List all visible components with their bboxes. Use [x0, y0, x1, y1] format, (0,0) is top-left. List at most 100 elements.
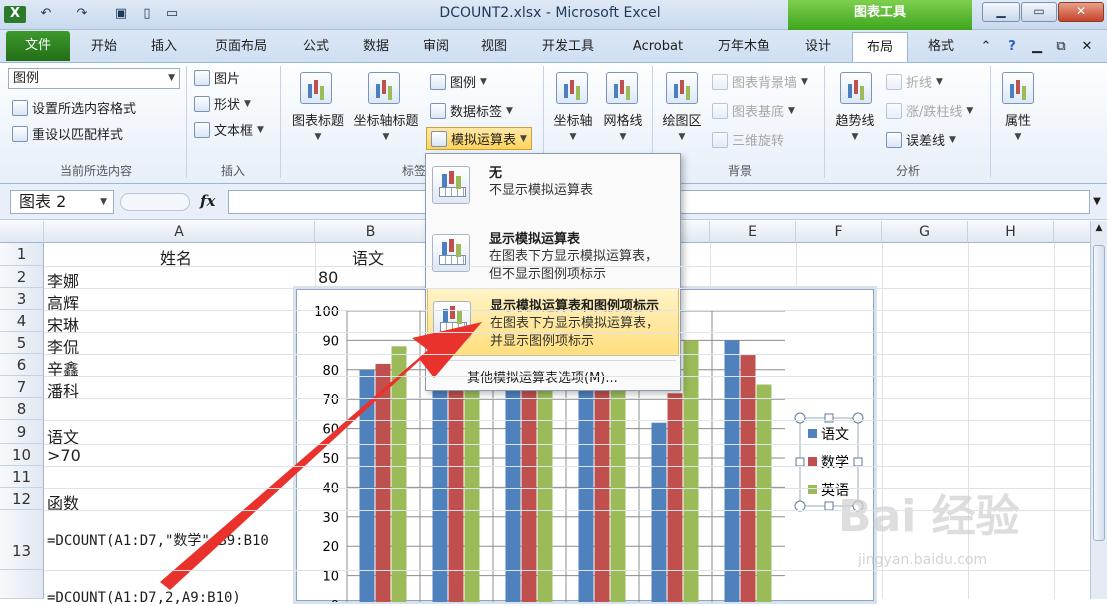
legend-button[interactable]: 图例 ▼	[430, 72, 487, 91]
group-separator	[280, 66, 281, 178]
y-tick-label: 50	[322, 452, 339, 467]
row-header-8[interactable]: 8	[0, 398, 44, 420]
error-bars-button[interactable]: 误差线 ▼	[886, 130, 956, 149]
column-header-b[interactable]: B	[315, 221, 427, 243]
redo-icon[interactable]: ↷	[72, 6, 92, 23]
save-icon[interactable]: ▣	[112, 6, 130, 23]
chevron-down-icon: ▼	[257, 124, 264, 135]
3d-rotation-button[interactable]: 三维旋转	[712, 130, 784, 149]
formula-expand-icon[interactable]: ▼	[1090, 190, 1104, 214]
trendline-icon[interactable]	[840, 72, 872, 104]
close-button[interactable]: ✕	[1058, 2, 1104, 22]
tab-view[interactable]: 视图	[470, 32, 518, 62]
cell-a14[interactable]: =DCOUNT(A1:D7,2,A9:B10)	[47, 590, 241, 606]
tab-layout[interactable]: 布局	[852, 32, 908, 62]
axes-button[interactable]: 坐标轴	[548, 110, 598, 129]
chart-title-button[interactable]: 图表标题	[286, 110, 350, 129]
group-separator	[990, 66, 991, 178]
row-header-7[interactable]: 7	[0, 376, 44, 398]
column-header-e[interactable]: E	[710, 221, 796, 243]
chart-title-icon[interactable]	[300, 72, 332, 104]
grid-line	[882, 243, 883, 599]
tab-insert[interactable]: 插入	[140, 32, 188, 62]
name-box[interactable]: 图表 2 ▼	[10, 190, 114, 214]
tab-page-layout[interactable]: 页面布局	[204, 32, 278, 62]
tab-wannianmuyu[interactable]: 万年木鱼	[706, 32, 782, 62]
chart-floor-button[interactable]: 图表基底 ▼	[712, 101, 795, 120]
cell-a10[interactable]: >70	[47, 446, 81, 465]
updown-bars-button[interactable]: 涨/跌柱线 ▼	[886, 101, 973, 120]
row-header-1[interactable]: 1	[0, 243, 44, 266]
scroll-thumb[interactable]	[1093, 245, 1105, 541]
row-header-12[interactable]: 12	[0, 488, 44, 510]
bar-数学-李娜	[375, 363, 391, 602]
chart-element-combo[interactable]: 图例 ▼	[8, 68, 180, 89]
tab-review[interactable]: 审阅	[412, 32, 460, 62]
row-header-3[interactable]: 3	[0, 288, 44, 310]
column-header-a[interactable]: A	[44, 221, 315, 243]
cell-a13[interactable]: =DCOUNT(A1:D7,"数学",B9:B10	[47, 530, 269, 550]
column-header-f[interactable]: F	[796, 221, 882, 243]
insert-textbox-button[interactable]: 文本框 ▼	[194, 120, 264, 139]
maximize-button[interactable]: ▭	[1021, 2, 1057, 22]
axis-title-button[interactable]: 坐标轴标题	[348, 110, 424, 129]
cell-b2[interactable]: 80	[318, 268, 338, 287]
minimize-button[interactable]: ▁	[982, 2, 1020, 22]
row-header-14[interactable]	[0, 570, 44, 599]
properties-button[interactable]: 属性	[994, 110, 1042, 129]
column-header-g[interactable]: G	[882, 221, 968, 243]
menu-item-show-data-table[interactable]: 显示模拟运算表 在图表下方显示模拟运算表， 但不显示图例项标示	[427, 222, 679, 288]
axis-title-icon[interactable]	[368, 72, 400, 104]
tab-developer[interactable]: 开发工具	[530, 32, 606, 62]
row-header-5[interactable]: 5	[0, 332, 44, 354]
insert-picture-button[interactable]: 图片	[194, 68, 240, 87]
reset-style-button[interactable]: 重设以匹配样式	[12, 124, 123, 143]
undo-icon[interactable]: ↶	[36, 6, 56, 23]
format-selection-button[interactable]: 设置所选内容格式	[12, 98, 136, 117]
tab-formulas[interactable]: 公式	[292, 32, 340, 62]
chevron-down-icon: ▼	[801, 76, 808, 87]
lines-button[interactable]: 折线 ▼	[886, 72, 943, 91]
row-header-4[interactable]: 4	[0, 310, 44, 332]
data-table-button[interactable]: 模拟运算表 ▼	[426, 127, 532, 150]
tab-design[interactable]: 设计	[794, 32, 842, 62]
menu-item-none[interactable]: 无 不显示模拟运算表	[427, 156, 679, 216]
plot-area-button[interactable]: 绘图区	[656, 110, 708, 129]
tab-data[interactable]: 数据	[352, 32, 400, 62]
chart-wall-button[interactable]: 图表背景墙 ▼	[712, 72, 808, 91]
gridlines-button[interactable]: 网格线	[598, 110, 648, 129]
row-header-11[interactable]: 11	[0, 466, 44, 488]
insert-function-icon[interactable]: fx	[200, 192, 215, 210]
excel-app-icon[interactable]: X	[4, 6, 26, 23]
column-header-h[interactable]: H	[968, 221, 1054, 243]
tab-acrobat[interactable]: Acrobat	[620, 32, 696, 62]
open-icon[interactable]: ▭	[162, 6, 182, 23]
menu-item-show-data-table-with-legend[interactable]: 显示模拟运算表和图例项标示 在图表下方显示模拟运算表， 并显示图例项标示	[427, 288, 679, 356]
row-header-10[interactable]: 10	[0, 444, 44, 466]
row-header-2[interactable]: 2	[0, 266, 44, 288]
ribbon-collapse-icon[interactable]: ⌃	[976, 32, 996, 62]
menu-item-none-desc: 不显示模拟运算表	[489, 183, 594, 198]
row-header-13[interactable]: 13	[0, 510, 44, 570]
row-header-6[interactable]: 6	[0, 354, 44, 376]
help-icon[interactable]: ?	[1000, 32, 1024, 62]
workbook-minimize-icon[interactable]: ▁	[1026, 32, 1048, 62]
data-labels-button[interactable]: 数据标签 ▼	[430, 101, 513, 120]
vertical-scrollbar[interactable]: ▲	[1090, 221, 1107, 599]
new-icon[interactable]: ▯	[138, 6, 156, 23]
tab-format[interactable]: 格式	[916, 32, 966, 62]
workbook-close-icon[interactable]: ✕	[1076, 32, 1098, 62]
tab-file[interactable]: 文件	[6, 31, 70, 61]
row-header-9[interactable]: 9	[0, 420, 44, 444]
scroll-up-icon[interactable]: ▲	[1093, 223, 1105, 235]
formula-bar-expand-handle[interactable]	[120, 193, 190, 211]
select-all-corner[interactable]	[0, 221, 44, 243]
axes-icon[interactable]	[556, 72, 588, 104]
properties-icon[interactable]	[1002, 72, 1034, 104]
gridlines-icon[interactable]	[606, 72, 638, 104]
workbook-restore-icon[interactable]: ⧉	[1050, 32, 1072, 62]
tab-home[interactable]: 开始	[80, 32, 128, 62]
plot-area-icon[interactable]	[666, 72, 698, 104]
trendline-button[interactable]: 趋势线	[828, 110, 882, 129]
insert-shapes-button[interactable]: 形状 ▼	[194, 94, 251, 113]
